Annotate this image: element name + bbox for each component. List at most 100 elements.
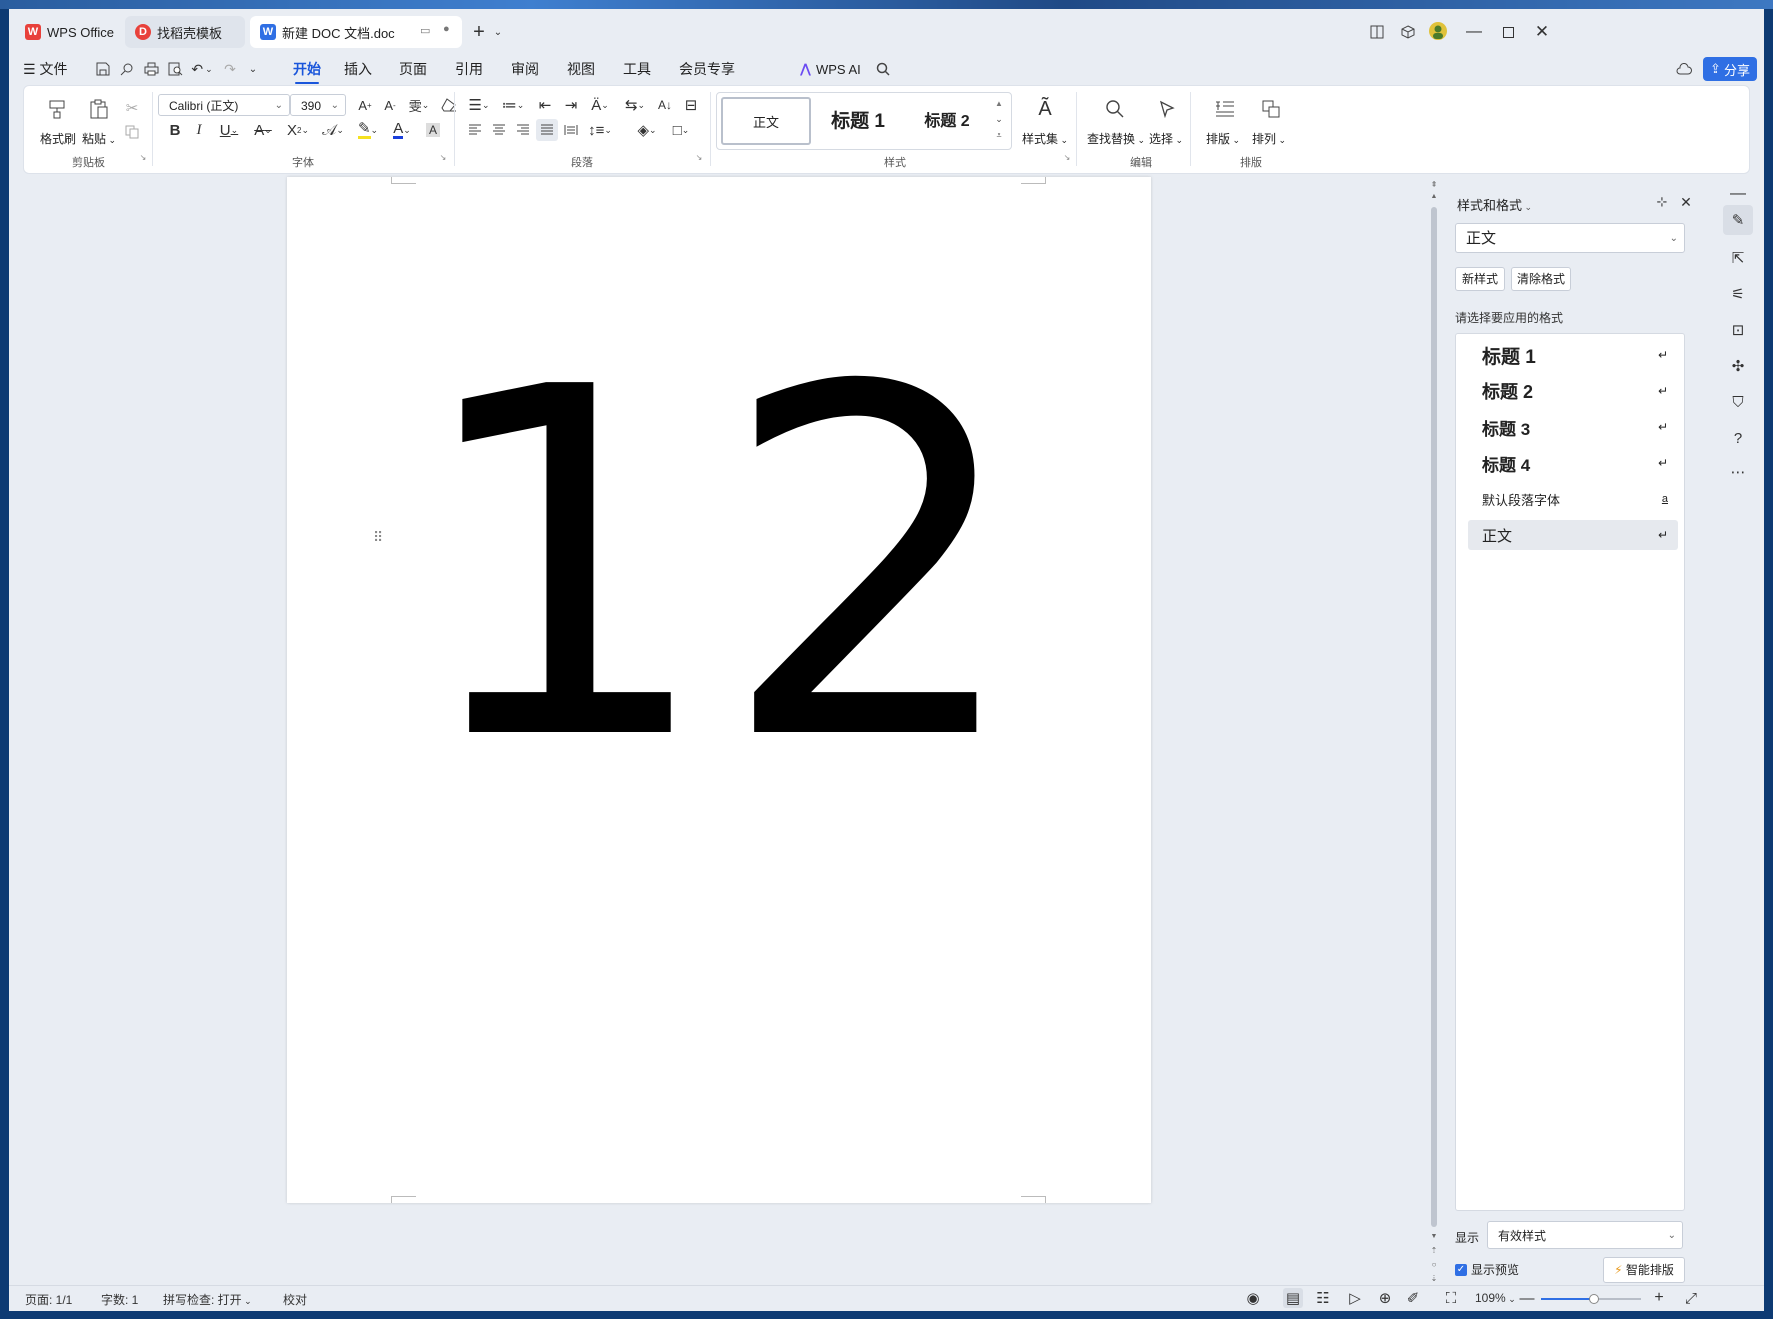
- print-preview-icon[interactable]: [165, 59, 185, 79]
- zoom-slider-thumb[interactable]: [1589, 1294, 1599, 1304]
- shrink-font-icon[interactable]: A-: [379, 94, 401, 116]
- zoom-in-icon[interactable]: +: [1649, 1288, 1669, 1308]
- bold-icon[interactable]: B: [164, 119, 186, 141]
- copy-icon[interactable]: [122, 122, 142, 142]
- share-button[interactable]: ⇪ 分享: [1703, 57, 1757, 81]
- arrange-icon[interactable]: [1212, 96, 1238, 122]
- order-label[interactable]: 排列 ⌄: [1252, 130, 1286, 147]
- align-left-icon[interactable]: [464, 119, 486, 141]
- avatar[interactable]: [1427, 20, 1449, 42]
- gallery-down-icon[interactable]: ⌄: [991, 111, 1007, 127]
- format-painter-icon[interactable]: [44, 96, 70, 122]
- shirt-icon[interactable]: ⛉: [1725, 389, 1751, 415]
- show-marks-icon[interactable]: ⊟: [680, 94, 702, 116]
- document-page[interactable]: ⠿ 12: [287, 177, 1151, 1203]
- align-right-icon[interactable]: [512, 119, 534, 141]
- spell-check-status[interactable]: 拼写检查: 打开 ⌄: [163, 1291, 252, 1308]
- help-icon[interactable]: ?: [1725, 425, 1751, 451]
- quick-access-chevron-icon[interactable]: ⌄: [245, 59, 261, 79]
- cube-icon[interactable]: [1397, 21, 1419, 43]
- phonetic-guide-icon[interactable]: 雯 ⌄: [404, 94, 434, 116]
- tab-docer[interactable]: D 找稻壳模板: [125, 16, 245, 48]
- clear-formatting-icon[interactable]: [438, 94, 460, 116]
- prev-page-icon[interactable]: ⇡: [1429, 1245, 1439, 1255]
- page-view-icon[interactable]: ▤: [1283, 1288, 1303, 1308]
- word-count[interactable]: 字数: 1: [101, 1291, 138, 1308]
- style-normal-tile[interactable]: 正文: [721, 97, 811, 145]
- outline-view-icon[interactable]: ☷: [1313, 1288, 1333, 1308]
- scroll-top-icon[interactable]: ⇞: [1429, 179, 1439, 189]
- tab-home[interactable]: 开始: [293, 57, 321, 84]
- text-effect-icon[interactable]: 𝒜 ⌄: [318, 119, 348, 141]
- save-icon[interactable]: [93, 59, 113, 79]
- next-page-icon[interactable]: ⇣: [1429, 1273, 1439, 1283]
- layout-panel-icon[interactable]: [1366, 21, 1388, 43]
- justify-icon[interactable]: [536, 119, 558, 141]
- font-size-select[interactable]: 390 ⌄: [290, 94, 346, 116]
- line-spacing-icon[interactable]: ↕≡ ⌄: [584, 119, 616, 141]
- grow-font-icon[interactable]: A +: [354, 94, 376, 116]
- clipboard-launcher-icon[interactable]: ↘: [138, 152, 148, 162]
- show-filter-select[interactable]: 有效样式 ⌄: [1487, 1221, 1683, 1249]
- tab-insert[interactable]: 插入: [344, 57, 372, 81]
- shading-icon[interactable]: ◈ ⌄: [632, 119, 662, 141]
- sort-direction-icon[interactable]: ⇆ ⌄: [620, 94, 650, 116]
- style-set-label[interactable]: 样式集 ⌄: [1022, 130, 1068, 147]
- tab-monitor-icon[interactable]: ▭: [420, 24, 430, 37]
- gallery-expand-icon[interactable]: ⩡: [991, 127, 1007, 143]
- read-mode-icon[interactable]: ▷: [1345, 1288, 1365, 1308]
- tab-references[interactable]: 引用: [455, 57, 483, 81]
- border-icon[interactable]: □ ⌄: [666, 119, 696, 141]
- smart-layout-button[interactable]: ⚡ 智能排版: [1603, 1257, 1685, 1283]
- styles-launcher-icon[interactable]: ↘: [1062, 152, 1072, 162]
- tab-list-chevron-icon[interactable]: ⌄: [490, 21, 506, 43]
- more-icon[interactable]: ⋯: [1725, 459, 1751, 485]
- style-heading2-tile[interactable]: 标题 2: [907, 97, 987, 141]
- find-replace-icon[interactable]: [1102, 96, 1128, 122]
- scroll-up-icon[interactable]: ▲: [1429, 191, 1439, 201]
- scrollbar-thumb[interactable]: [1431, 207, 1437, 1227]
- undo-icon[interactable]: ↶ ⌄: [189, 59, 215, 79]
- highlight-icon[interactable]: ✎ ⌄: [352, 119, 384, 141]
- close-panel-icon[interactable]: ✕: [1677, 193, 1695, 211]
- font-name-select[interactable]: Calibri (正文) ⌄: [158, 94, 290, 116]
- sort-icon[interactable]: A↓: [654, 94, 676, 116]
- print-icon[interactable]: [141, 59, 161, 79]
- italic-icon[interactable]: I: [188, 119, 210, 141]
- paste-label[interactable]: 粘贴 ⌄: [82, 130, 116, 147]
- web-view-icon[interactable]: ⊕: [1375, 1288, 1395, 1308]
- fullscreen-icon[interactable]: ⤢: [1681, 1288, 1701, 1308]
- text-direction-icon[interactable]: Ä ⌄: [584, 94, 616, 116]
- tab-review[interactable]: 审阅: [511, 57, 539, 81]
- distribute-icon[interactable]: [560, 119, 582, 141]
- decrease-indent-icon[interactable]: ⇤: [534, 94, 556, 116]
- file-menu[interactable]: ☰ 文件: [23, 57, 67, 81]
- increase-indent-icon[interactable]: ⇥: [560, 94, 582, 116]
- tab-view[interactable]: 视图: [567, 57, 595, 81]
- select-icon[interactable]: [1154, 96, 1180, 122]
- format-painter-label[interactable]: 格式刷: [40, 130, 76, 147]
- collapse-icon[interactable]: —: [1725, 181, 1751, 207]
- numbered-list-icon[interactable]: ≔ ⌄: [498, 94, 528, 116]
- search-icon[interactable]: [873, 59, 893, 79]
- new-tab-icon[interactable]: +: [468, 21, 490, 43]
- paragraph-launcher-icon[interactable]: ↘: [694, 152, 704, 162]
- style-item-default-font[interactable]: 默认段落字体 a: [1468, 484, 1678, 514]
- tab-tools[interactable]: 工具: [623, 57, 651, 81]
- document-scrollbar[interactable]: ⇞ ▲ ▼ ⇡ ○ ⇣: [1429, 179, 1439, 1284]
- style-item-heading2[interactable]: 标题 2 ↵: [1468, 376, 1678, 406]
- order-icon[interactable]: [1258, 96, 1284, 122]
- select-label[interactable]: 选择 ⌄: [1149, 130, 1183, 147]
- clear-format-button[interactable]: 清除格式: [1511, 267, 1571, 291]
- tab-document[interactable]: W 新建 DOC 文档.doc ▭ ●: [250, 16, 462, 48]
- export-icon[interactable]: [117, 59, 137, 79]
- bullet-list-icon[interactable]: ☰ ⌄: [464, 94, 494, 116]
- superscript-icon[interactable]: X 2 ⌄: [282, 119, 314, 141]
- wps-ai-button[interactable]: ⋀ WPS AI: [800, 57, 861, 81]
- style-item-heading3[interactable]: 标题 3 ↵: [1468, 412, 1678, 442]
- fit-page-icon[interactable]: ⛶: [1441, 1288, 1461, 1308]
- zoom-level[interactable]: 109% ⌄: [1475, 1291, 1516, 1305]
- eye-icon[interactable]: ◉: [1243, 1288, 1263, 1308]
- zoom-out-icon[interactable]: —: [1517, 1288, 1537, 1308]
- zoom-slider[interactable]: [1541, 1294, 1641, 1304]
